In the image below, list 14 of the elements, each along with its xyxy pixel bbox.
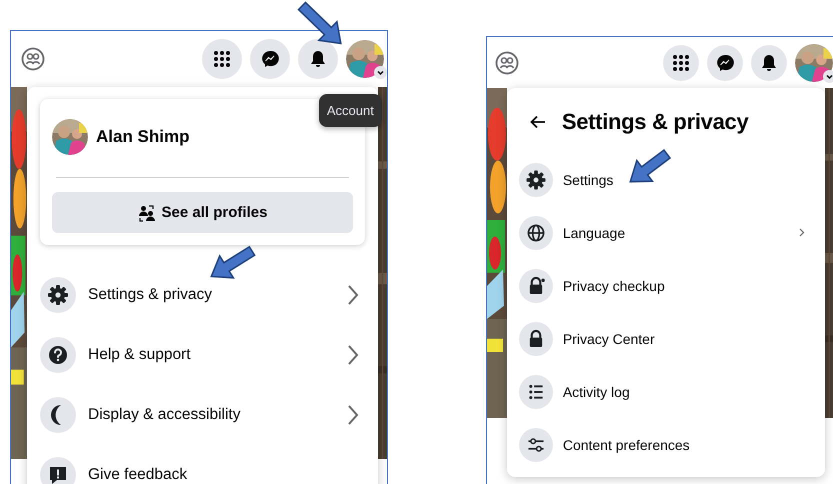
menu-item[interactable]: Content preferences	[518, 418, 813, 471]
menu-item[interactable]: Privacy Center	[518, 312, 813, 365]
menu-item[interactable]: Help & support	[40, 325, 365, 385]
see-all-profiles-button[interactable]: See all profiles	[52, 192, 353, 233]
menu-item[interactable]: Privacy checkup	[518, 259, 813, 312]
menu-title: Settings & privacy	[562, 109, 748, 135]
profile-name[interactable]: Alan Shimp	[96, 127, 190, 147]
menu-item[interactable]: Settings	[518, 153, 813, 206]
tooltip: Account	[318, 94, 382, 127]
menu-item[interactable]: Settings & privacy	[40, 265, 365, 325]
menu-item[interactable]: Activity log	[518, 365, 813, 418]
menu-item[interactable]: Display & accessibility	[40, 385, 365, 445]
menu-item[interactable]: Give feedback	[40, 445, 365, 484]
menu-item[interactable]: Language	[518, 206, 813, 259]
